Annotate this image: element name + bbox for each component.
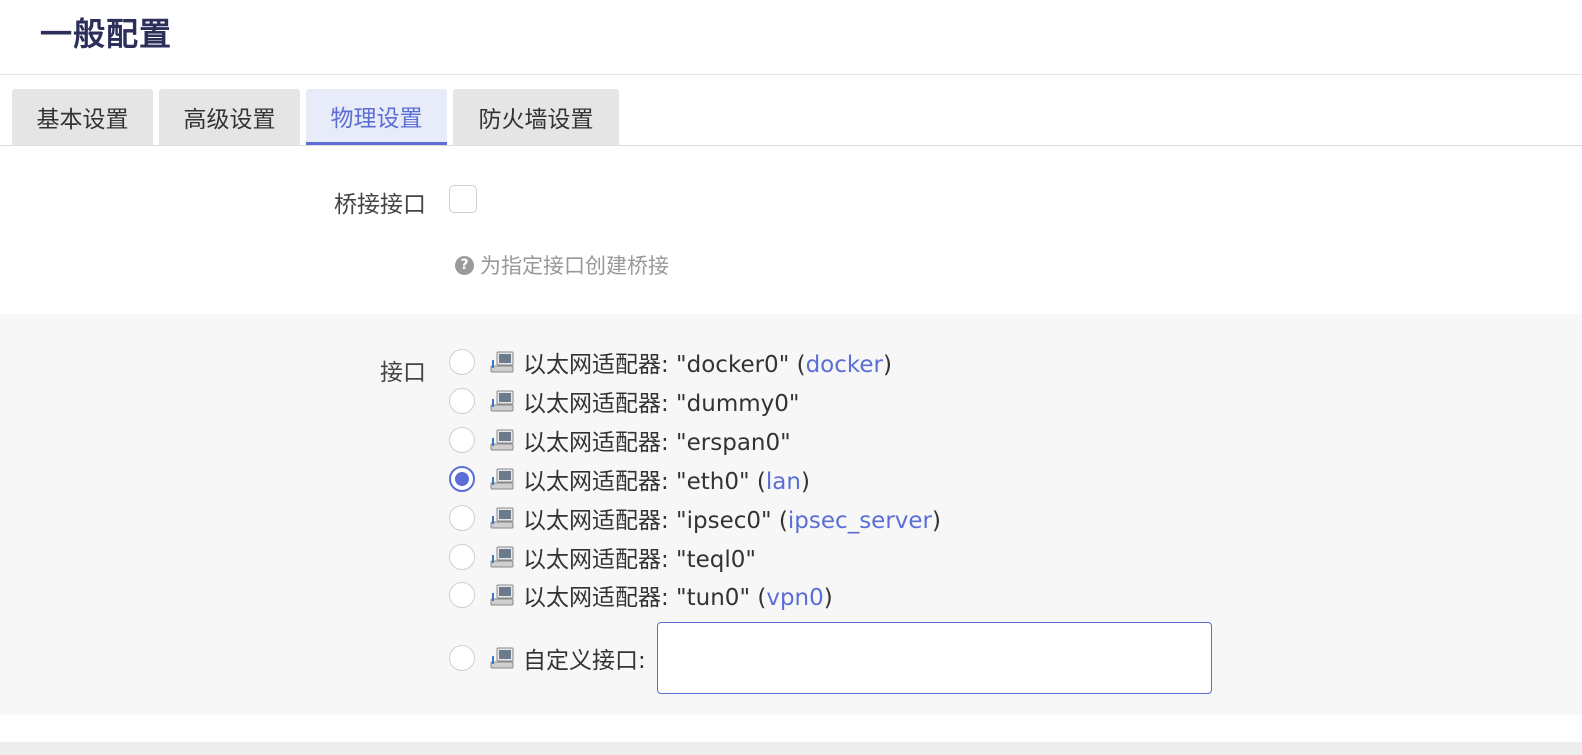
interface-option[interactable]: 以太网适配器: "erspan0" — [449, 424, 791, 456]
tab-basic-settings[interactable]: 基本设置 — [12, 89, 153, 145]
network-link[interactable]: lan — [766, 469, 801, 495]
tab-label: 基本设置 — [36, 107, 129, 133]
custom-interface-input[interactable] — [657, 622, 1212, 694]
interface-option[interactable]: 以太网适配器: "dummy0" — [449, 385, 799, 417]
interface-option[interactable]: 以太网适配器: "docker0" (docker) — [449, 346, 892, 378]
adapter-name: 以太网适配器: "ipsec0" — [523, 508, 772, 534]
custom-interface-label: 自定义接口: — [523, 648, 646, 674]
interface-radio[interactable] — [449, 466, 475, 492]
tab-label: 防火墙设置 — [478, 107, 594, 133]
tab-physical-settings[interactable]: 物理设置 — [306, 89, 447, 145]
question-circle-icon: ? — [455, 255, 474, 275]
tab-firewall-settings[interactable]: 防火墙设置 — [453, 89, 619, 145]
interface-radio[interactable] — [449, 582, 475, 608]
interface-option-label: 以太网适配器: "erspan0" — [523, 423, 791, 457]
bridge-checkbox[interactable] — [449, 185, 477, 213]
interface-option-label: 以太网适配器: "ipsec0" (ipsec_server) — [523, 508, 941, 534]
bottom-divider — [0, 742, 1582, 755]
interface-option[interactable]: 以太网适配器: "tun0" (vpn0) — [449, 579, 833, 611]
page-title: 一般配置 — [40, 15, 173, 53]
interface-option[interactable]: 以太网适配器: "eth0" (lan) — [449, 463, 810, 495]
ethernet-adapter-icon — [490, 507, 514, 529]
tab-advanced-settings[interactable]: 高级设置 — [159, 89, 300, 145]
bridge-help-text: 为指定接口创建桥接 — [480, 254, 669, 278]
network-link[interactable]: ipsec_server — [788, 508, 932, 534]
adapter-name: 以太网适配器: "dummy0" — [523, 391, 800, 417]
ethernet-adapter-icon — [490, 647, 514, 669]
interface-option[interactable]: 以太网适配器: "ipsec0" (ipsec_server) — [449, 502, 941, 534]
adapter-name: 以太网适配器: "eth0" — [523, 469, 750, 495]
tab-divider — [0, 145, 1582, 146]
interface-option-label: 以太网适配器: "dummy0" — [523, 384, 799, 418]
ethernet-adapter-icon — [490, 390, 514, 412]
interface-radio[interactable] — [449, 427, 475, 453]
custom-interface-option[interactable]: 自定义接口: — [449, 642, 646, 674]
ethernet-adapter-icon — [490, 546, 514, 568]
network-link[interactable]: vpn0 — [766, 585, 823, 611]
ethernet-adapter-icon — [490, 468, 514, 490]
interface-label: 接口 — [380, 360, 426, 386]
interface-option-label: 以太网适配器: "teql0" — [523, 540, 756, 574]
ethernet-adapter-icon — [490, 584, 514, 606]
interface-radio[interactable] — [449, 388, 475, 414]
custom-interface-radio[interactable] — [449, 645, 475, 671]
interface-radio[interactable] — [449, 349, 475, 375]
ethernet-adapter-icon — [490, 429, 514, 451]
tab-label: 物理设置 — [330, 105, 423, 132]
interface-option-label: 以太网适配器: "eth0" (lan) — [523, 469, 810, 495]
interface-radio[interactable] — [449, 505, 475, 531]
bridge-help: ? 为指定接口创建桥接 — [455, 250, 669, 280]
network-link[interactable]: docker — [806, 352, 883, 378]
interface-radio[interactable] — [449, 544, 475, 570]
adapter-name: 以太网适配器: "erspan0" — [523, 430, 791, 456]
adapter-name: 以太网适配器: "teql0" — [523, 547, 757, 573]
interface-option[interactable]: 以太网适配器: "teql0" — [449, 541, 756, 573]
bridge-label: 桥接接口 — [334, 192, 426, 218]
adapter-name: 以太网适配器: "docker0" — [523, 352, 790, 378]
interface-option-label: 以太网适配器: "tun0" (vpn0) — [523, 585, 833, 611]
adapter-name: 以太网适配器: "tun0" — [523, 585, 751, 611]
tab-label: 高级设置 — [183, 107, 276, 133]
ethernet-adapter-icon — [490, 351, 514, 373]
title-divider — [0, 74, 1582, 75]
interface-option-label: 以太网适配器: "docker0" (docker) — [523, 352, 892, 378]
